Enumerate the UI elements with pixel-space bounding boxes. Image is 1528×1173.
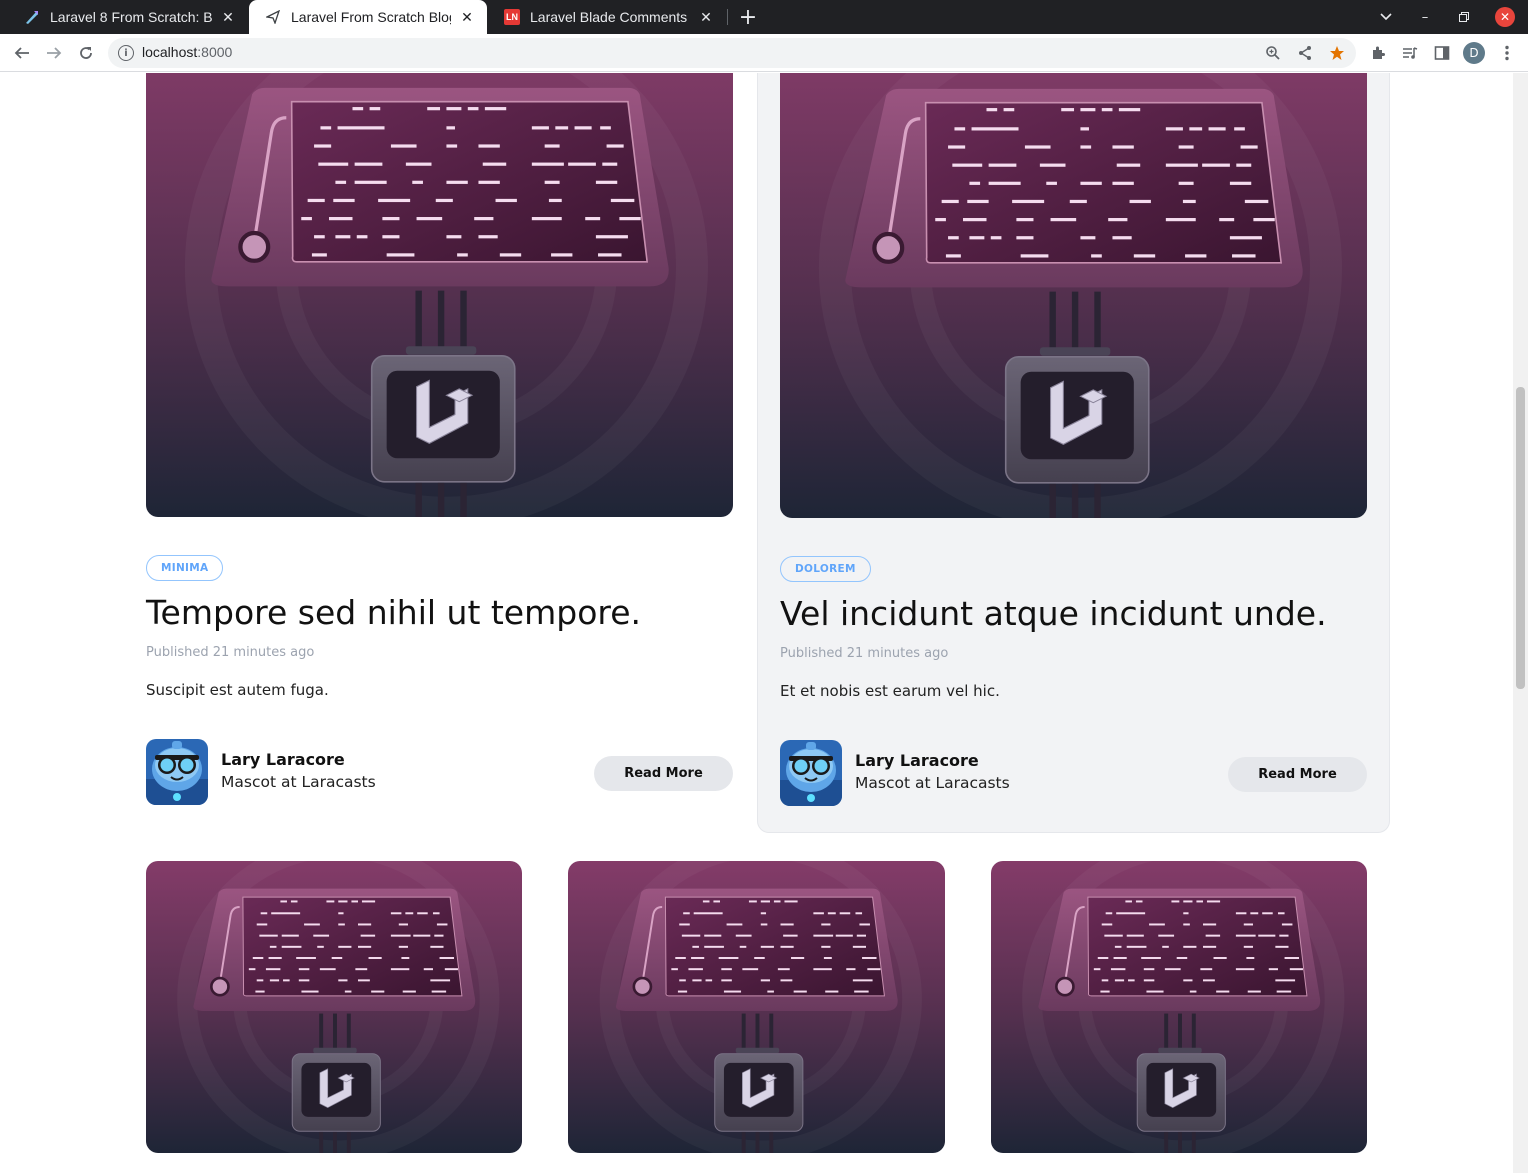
tab-search-chevron-icon[interactable]: [1374, 5, 1398, 29]
browser-tab-2[interactable]: Laravel From Scratch Blog ✕: [249, 0, 487, 34]
post-card-highlighted: DOLOREM Vel incidunt atque incidunt unde…: [757, 73, 1390, 833]
browser-tab-3[interactable]: LN Laravel Blade Comments | ✕: [488, 0, 726, 34]
post-thumbnail[interactable]: [780, 73, 1367, 518]
tab-separator: [727, 9, 728, 25]
bookmark-star-icon[interactable]: [1326, 42, 1348, 64]
kebab-menu-icon[interactable]: [1495, 41, 1519, 65]
laravel-illustration: [780, 73, 1367, 518]
browser-toolbar: i localhost:8000: [0, 34, 1528, 72]
tab-title: Laravel From Scratch Blog: [291, 9, 451, 25]
close-tab-icon[interactable]: ✕: [696, 7, 716, 27]
browser-tab-1[interactable]: Laravel 8 From Scratch: Bl ✕: [8, 0, 248, 34]
back-icon[interactable]: [10, 41, 34, 65]
post-title[interactable]: Vel incidunt atque incidunt unde.: [780, 594, 1327, 633]
laravel-illustration: [991, 861, 1367, 1153]
post-excerpt: Suscipit est autem fuga.: [146, 681, 329, 699]
side-panel-icon[interactable]: [1430, 41, 1454, 65]
author-name: Lary Laracore: [221, 750, 345, 769]
reading-list-icon[interactable]: [1398, 41, 1422, 65]
profile-avatar[interactable]: D: [1463, 42, 1485, 64]
avatar: [146, 739, 208, 805]
avatar: [780, 740, 842, 806]
minimize-icon[interactable]: –: [1413, 5, 1437, 29]
scrollbar-thumb[interactable]: [1516, 387, 1525, 689]
post-thumbnail[interactable]: [146, 861, 522, 1153]
post-thumbnail[interactable]: [146, 73, 733, 517]
published-date: Published 21 minutes ago: [780, 646, 949, 661]
category-tag[interactable]: MINIMA: [146, 555, 224, 581]
published-date: Published 21 minutes ago: [146, 645, 315, 660]
post-thumbnail[interactable]: [568, 861, 945, 1153]
category-tag[interactable]: DOLOREM: [780, 556, 871, 582]
extensions-icon[interactable]: [1366, 41, 1390, 65]
browser-tab-bar: Laravel 8 From Scratch: Bl ✕ Laravel Fro…: [0, 0, 1528, 34]
reload-icon[interactable]: [74, 41, 98, 65]
post-title[interactable]: Tempore sed nihil ut tempore.: [146, 593, 641, 632]
site-info-icon[interactable]: i: [118, 45, 134, 61]
scrollbar[interactable]: [1513, 73, 1528, 1173]
read-more-button[interactable]: Read More: [594, 756, 733, 791]
laravel-illustration: [146, 73, 733, 517]
author-role: Mascot at Laracasts: [855, 774, 1010, 792]
share-icon[interactable]: [1294, 42, 1316, 64]
new-tab-button[interactable]: +: [736, 5, 760, 30]
zoom-icon[interactable]: [1262, 42, 1284, 64]
close-window-icon[interactable]: ✕: [1495, 7, 1515, 27]
address-bar[interactable]: i localhost:8000: [108, 38, 1356, 68]
post-card: MINIMA Tempore sed nihil ut tempore. Pub…: [146, 73, 733, 833]
laravel-illustration: [146, 861, 522, 1153]
url-text: localhost:8000: [142, 44, 233, 60]
laracasts-icon: [24, 9, 40, 25]
restore-icon[interactable]: [1452, 5, 1476, 29]
forward-icon[interactable]: [42, 41, 66, 65]
page-viewport: MINIMA Tempore sed nihil ut tempore. Pub…: [0, 73, 1512, 1173]
paper-plane-icon: [265, 9, 281, 25]
laravel-illustration: [568, 861, 945, 1153]
read-more-button[interactable]: Read More: [1228, 757, 1367, 792]
tab-title: Laravel 8 From Scratch: Bl: [50, 9, 212, 25]
ln-icon: LN: [504, 9, 520, 25]
post-excerpt: Et et nobis est earum vel hic.: [780, 682, 1000, 700]
author-role: Mascot at Laracasts: [221, 773, 376, 791]
post-thumbnail[interactable]: [991, 861, 1367, 1153]
author-name: Lary Laracore: [855, 751, 979, 770]
close-tab-icon[interactable]: ✕: [457, 7, 477, 27]
tab-title: Laravel Blade Comments |: [530, 9, 690, 25]
close-tab-icon[interactable]: ✕: [218, 7, 238, 27]
